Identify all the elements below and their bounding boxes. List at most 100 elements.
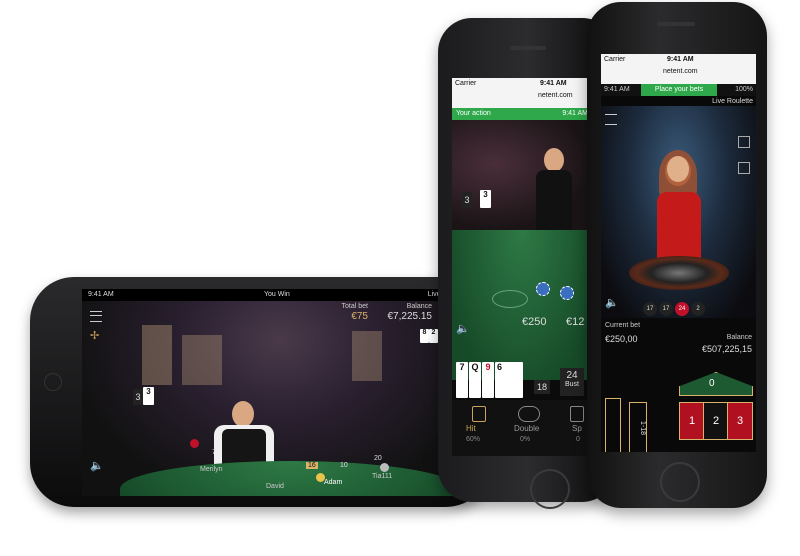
front-camera: [44, 373, 62, 391]
side-card-1: 8: [420, 329, 429, 343]
game-status-bar: 9:41 AM Place your bets 100%: [601, 84, 756, 96]
history-3: 24: [675, 302, 689, 316]
url-label[interactable]: netent.com: [538, 92, 573, 99]
action-panel: Hit 60% Double 0% Sp 0: [452, 400, 592, 456]
hit-icon[interactable]: [472, 406, 486, 422]
dealer-head: [232, 401, 254, 427]
roulette-scene: 🔈 17 17 24 2: [601, 106, 756, 318]
bet-amount-2: €12: [566, 316, 585, 328]
balance-label: Balance: [406, 303, 432, 310]
status-time: 9:41 AM: [88, 291, 114, 298]
battery: 100%: [735, 86, 753, 93]
dealer-face: [667, 156, 689, 182]
sound-icon[interactable]: 🔈: [90, 459, 104, 472]
chip: [190, 439, 199, 448]
carrier-label: Carrier: [604, 56, 626, 63]
bet-amount: €250: [522, 316, 547, 328]
roulette-screen: Carrier 9:41 AM netent.com 9:41 AM Place…: [601, 54, 756, 452]
bet-spot[interactable]: [492, 290, 528, 308]
split-button[interactable]: Sp: [572, 424, 582, 433]
sound-icon[interactable]: 🔈: [605, 296, 619, 309]
side-card-2: 2: [429, 329, 438, 343]
blackjack-portrait-screen: Carrier 9:41 AM netent.com Your action 9…: [452, 78, 592, 456]
balance-label: Balance: [726, 334, 752, 341]
action-time: 9:41 AM: [562, 110, 588, 117]
number-1[interactable]: 1: [679, 402, 705, 440]
current-bet-value: €250,00: [605, 334, 638, 344]
seat-name-4: Tia111: [372, 473, 393, 480]
carrier-label: Carrier: [455, 80, 477, 87]
range-bet-1-18[interactable]: 1-18: [629, 402, 647, 452]
place-bets-banner: Place your bets: [641, 84, 717, 96]
dealer-head: [544, 148, 564, 172]
number-3[interactable]: 3: [727, 402, 753, 440]
hand-card-1: 7: [456, 362, 468, 398]
action-bar: Your action 9:41 AM: [452, 108, 592, 120]
seat-value-4: 20: [374, 455, 382, 462]
status-bar: 9:41 AM You Win Live BlackJack: [82, 289, 478, 301]
hand-card-4: 6: [495, 362, 523, 398]
split-pct: 0: [576, 436, 580, 443]
menu-icon[interactable]: [90, 311, 102, 322]
hand-card-3: 9: [482, 362, 494, 398]
url-label[interactable]: netent.com: [663, 68, 698, 75]
table-felt: €250 €12 🔈: [452, 230, 592, 380]
seat-value-1: 7: [212, 449, 216, 456]
clock: 9:41 AM: [540, 80, 567, 87]
status-message: You Win: [264, 291, 290, 298]
history-1: 17: [643, 302, 657, 316]
bust-label: Bust: [564, 381, 579, 388]
stats-icon[interactable]: [738, 162, 750, 174]
portrait-phone-roulette: Carrier 9:41 AM netent.com 9:41 AM Place…: [587, 2, 767, 508]
outside-bet-column[interactable]: [605, 398, 621, 452]
seat-name-3: Adam: [324, 479, 343, 486]
fullscreen-icon[interactable]: [738, 136, 750, 148]
dealer-scene: 3 3: [452, 120, 592, 230]
seat-value-2: 16: [306, 462, 318, 469]
seat-value-3: 10: [340, 462, 348, 469]
split-icon[interactable]: [570, 406, 584, 422]
dealer-count: 3: [133, 389, 143, 405]
double-pct: 0%: [520, 436, 531, 443]
chip: [536, 282, 550, 296]
seat-chip: [380, 463, 389, 472]
dealer-card: 3: [143, 387, 154, 405]
status-time: 9:41 AM: [604, 86, 630, 93]
blackjack-table: [120, 461, 460, 496]
bust-value: 24: [566, 370, 578, 381]
sound-icon[interactable]: 🔈: [456, 322, 470, 335]
blackjack-screen: 9:41 AM You Win Live BlackJack ✢ 🔈 💬 Tot…: [82, 289, 478, 496]
menu-icon[interactable]: [605, 114, 617, 125]
dealer-card: 3: [480, 190, 491, 208]
zero-label: 0: [709, 378, 715, 389]
landscape-phone-blackjack: 9:41 AM You Win Live BlackJack ✢ 🔈 💬 Tot…: [30, 277, 490, 507]
number-2[interactable]: 2: [703, 402, 729, 440]
live-dealer-scene: ✢ 🔈 💬 Total bet €75 Balance €7,225.15 3 …: [82, 301, 478, 496]
dealer-body: [536, 170, 572, 230]
current-bet-label: Current bet: [605, 322, 641, 329]
home-button[interactable]: [660, 462, 700, 502]
speaker-grille: [657, 22, 695, 26]
seat-name-2: David: [266, 483, 284, 490]
total-bet-value: €75: [351, 311, 368, 322]
double-icon[interactable]: [518, 406, 540, 422]
balance-value: €7,225.15: [387, 311, 433, 322]
clock: 9:41 AM: [667, 56, 694, 63]
game-name: Live Roulette: [712, 98, 753, 105]
hit-button[interactable]: Hit: [466, 424, 476, 433]
action-label: Your action: [456, 110, 491, 117]
browser-bar: Carrier 9:41 AM netent.com: [452, 78, 592, 108]
dealer-count: 3: [462, 192, 472, 208]
speaker-grille: [510, 46, 546, 50]
settings-icon[interactable]: ✢: [90, 329, 99, 342]
history-4: 2: [691, 302, 705, 316]
bust-box: 24 Bust: [560, 368, 584, 396]
home-button[interactable]: [530, 469, 570, 509]
hand-total: 18: [534, 380, 550, 394]
chip: [560, 286, 574, 300]
roulette-wheel: [629, 256, 729, 290]
double-button[interactable]: Double: [514, 424, 539, 433]
zero-cell[interactable]: [679, 372, 753, 396]
hit-pct: 60%: [466, 436, 481, 443]
seat-name-1: Merilyn: [200, 466, 223, 473]
